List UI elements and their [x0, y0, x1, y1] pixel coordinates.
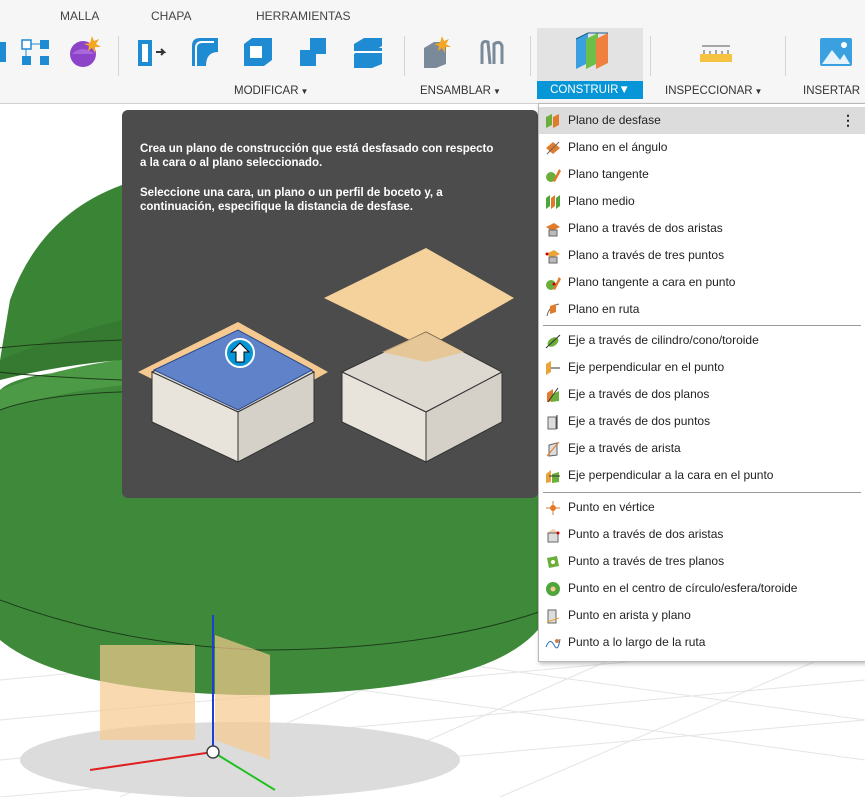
menu-item-axis-perpendicular-point[interactable]: Eje perpendicular en el punto: [539, 354, 865, 381]
menu-item-axis-two-planes[interactable]: Eje a través de dos planos: [539, 381, 865, 408]
new-component-icon[interactable]: [420, 34, 456, 70]
menu-item-axis-cylinder[interactable]: Eje a través de cilindro/cono/toroide: [539, 327, 865, 354]
press-pull-icon[interactable]: [134, 34, 170, 70]
plane-at-angle-icon: [546, 141, 560, 155]
pattern-icon[interactable]: [18, 34, 54, 70]
axis-cylinder-icon: [545, 334, 561, 349]
illustration-after: [324, 248, 514, 463]
group-construir-label[interactable]: CONSTRUIR▼: [537, 81, 643, 99]
origin-plane-yz: [215, 635, 270, 760]
menu-item-point-three-planes[interactable]: Punto a través de tres planos: [539, 548, 865, 575]
menu-separator: [543, 492, 861, 493]
axis-edge-icon: [546, 441, 560, 457]
group-inspeccionar-label[interactable]: INSPECCIONAR ▼: [665, 85, 762, 97]
menu-item-axis-perpendicular-face[interactable]: Eje perpendicular a la cara en el punto: [539, 462, 865, 489]
point-three-planes-icon: [547, 556, 559, 568]
joint-icon[interactable]: [474, 34, 510, 70]
toolbar-ribbon: MALLA CHAPA HERRAMIENTAS MODIFICAR ▼ ENS…: [0, 0, 865, 104]
create-form-icon[interactable]: [66, 34, 102, 70]
tab-chapa[interactable]: CHAPA: [151, 9, 191, 23]
menu-item-plane-three-points[interactable]: Plano a través de tres puntos: [539, 242, 865, 269]
menu-item-axis-two-points[interactable]: Eje a través de dos puntos: [539, 408, 865, 435]
menu-item-point-edge-plane[interactable]: Punto en arista y plano: [539, 602, 865, 629]
offset-plane-icon: [546, 114, 559, 128]
measure-icon[interactable]: [698, 34, 734, 70]
plane-three-points-icon: [545, 250, 560, 264]
point-along-path-icon: [545, 638, 561, 649]
menu-item-plane-along-path[interactable]: Plano en ruta: [539, 296, 865, 323]
menu-separator: [543, 325, 861, 326]
plane-tangent-face-point-icon: [546, 277, 561, 290]
illustration-before: [138, 322, 328, 463]
tooltip-illustration: [138, 248, 514, 463]
menu-item-point-along-path[interactable]: Punto a lo largo de la ruta: [539, 629, 865, 656]
menu-item-plane-at-angle[interactable]: Plano en el ángulo: [539, 134, 865, 161]
menu-item-plane-tangent-face-point[interactable]: Plano tangente a cara en punto: [539, 269, 865, 296]
midplane-icon: [546, 195, 560, 209]
group-modificar-label[interactable]: MODIFICAR ▼: [234, 85, 308, 97]
offset-plane-icon[interactable]: [572, 31, 612, 71]
menu-item-plane-two-edges[interactable]: Plano a través de dos aristas: [539, 215, 865, 242]
ribbon-separator: [118, 36, 119, 76]
axis-two-planes-icon: [547, 387, 559, 403]
ribbon-separator: [404, 36, 405, 76]
menu-item-point-center[interactable]: Punto en el centro de círculo/esfera/tor…: [539, 575, 865, 602]
origin-point[interactable]: [206, 745, 220, 759]
menu-item-tangent-plane[interactable]: Plano tangente: [539, 161, 865, 188]
group-insertar-label[interactable]: INSERTAR: [803, 85, 860, 97]
plane-along-path-icon: [546, 303, 560, 317]
combine-icon[interactable]: [296, 34, 332, 70]
tooltip-instructions: Seleccione una cara, un plano o un perfi…: [140, 187, 443, 213]
tab-herramientas[interactable]: HERRAMIENTAS: [256, 9, 350, 23]
construir-dropdown-menu: Plano de desfase ⋮ Plano en el ángulo Pl…: [538, 103, 865, 662]
shell-icon[interactable]: [240, 34, 276, 70]
more-options-icon[interactable]: ⋮: [841, 107, 855, 134]
menu-item-axis-edge[interactable]: Eje a través de arista: [539, 435, 865, 462]
point-edge-plane-icon: [546, 609, 560, 624]
split-body-icon[interactable]: [350, 34, 386, 70]
tangent-plane-icon: [546, 169, 561, 182]
axis-perpendicular-point-icon: [546, 361, 560, 375]
ribbon-separator: [785, 36, 786, 76]
point-vertex-icon: [546, 501, 560, 515]
group-ensamblar-label[interactable]: ENSAMBLAR ▼: [420, 85, 501, 97]
point-two-edges-icon: [547, 529, 560, 543]
axis-perpendicular-face-icon: [546, 470, 560, 483]
plane-two-edges-icon: [546, 223, 560, 237]
menu-item-midplane[interactable]: Plano medio: [539, 188, 865, 215]
ribbon-separator: [530, 36, 531, 76]
menu-item-point-vertex[interactable]: Punto en vértice: [539, 494, 865, 521]
tab-malla[interactable]: MALLA: [60, 9, 99, 23]
tooltip-description: Crea un plano de construcción que está d…: [140, 143, 494, 169]
menu-item-point-two-edges[interactable]: Punto a través de dos aristas: [539, 521, 865, 548]
menu-item-offset-plane[interactable]: Plano de desfase ⋮: [539, 107, 865, 134]
tooltip-offset-plane: Crea un plano de construcción que está d…: [122, 110, 538, 498]
ribbon-separator: [650, 36, 651, 76]
point-center-icon: [546, 582, 560, 596]
origin-plane-xy: [100, 645, 195, 740]
insert-image-icon[interactable]: [818, 34, 854, 70]
axis-two-points-icon: [547, 415, 558, 430]
fillet-icon[interactable]: [188, 34, 224, 70]
